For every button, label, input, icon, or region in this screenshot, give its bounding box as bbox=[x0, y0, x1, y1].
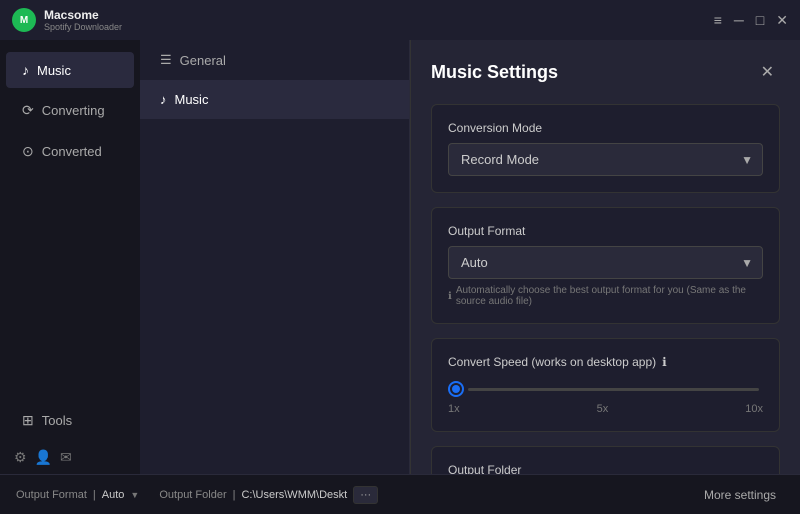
app-name-block: Macsome Spotify Downloader bbox=[44, 8, 122, 32]
music-icon: ♪ bbox=[22, 62, 29, 78]
sidebar-item-converting-label: Converting bbox=[42, 103, 105, 118]
speed-max: 10x bbox=[745, 403, 763, 415]
more-settings-label: More settings bbox=[704, 488, 776, 502]
speed-radio[interactable] bbox=[448, 381, 464, 397]
speed-min: 1x bbox=[448, 403, 460, 415]
speed-track[interactable] bbox=[468, 388, 759, 391]
mail-icon-btn[interactable]: ✉ bbox=[60, 449, 72, 466]
bottom-bar: Output Format | Auto ▼ Output Folder | C… bbox=[0, 474, 800, 514]
music-settings-icon: ♪ bbox=[160, 92, 167, 107]
bottom-folder-browse-btn[interactable]: ··· bbox=[353, 486, 378, 504]
sidebar-item-music-label: Music bbox=[37, 63, 71, 78]
hint-text-content: Automatically choose the best output for… bbox=[456, 285, 763, 307]
bottom-format-value: Auto bbox=[102, 489, 125, 501]
bottom-format-section: Output Format | Auto ▼ bbox=[16, 489, 139, 501]
app-name: Macsome bbox=[44, 8, 122, 22]
settings-sidebar-panel: ☰ General ♪ Music bbox=[140, 40, 410, 474]
sidebar-item-tools[interactable]: ⊞ Tools bbox=[6, 402, 134, 439]
output-format-section: Output Format Auto MP3 AAC FLAC WAV OGG … bbox=[431, 207, 780, 324]
output-format-hint: ℹ Automatically choose the best output f… bbox=[448, 285, 763, 307]
conversion-mode-section: Conversion Mode Record Mode Download Mod… bbox=[431, 104, 780, 193]
output-format-label: Output Format bbox=[448, 224, 763, 238]
hint-icon: ℹ bbox=[448, 291, 452, 302]
app-logo: M bbox=[12, 8, 36, 32]
main-layout: ♪ Music ⟳ Converting ⊙ Converted ⊞ Tools… bbox=[0, 40, 800, 474]
speed-labels: 1x 5x 10x bbox=[448, 403, 763, 415]
bottom-folder-divider: | bbox=[233, 489, 236, 501]
bottom-format-label: Output Format bbox=[16, 489, 87, 501]
content-area: Spotify Converter 🌐 Switch to Web player… bbox=[140, 40, 800, 474]
speed-label: Convert Speed (works on desktop app) bbox=[448, 355, 656, 369]
converted-icon: ⊙ bbox=[22, 143, 34, 160]
sidebar: ♪ Music ⟳ Converting ⊙ Converted ⊞ Tools… bbox=[0, 40, 140, 474]
titlebar: M Macsome Spotify Downloader ≡ ─ □ ✕ bbox=[0, 0, 800, 40]
output-format-select-wrapper: Auto MP3 AAC FLAC WAV OGG ▼ bbox=[448, 246, 763, 279]
sidebar-item-converting[interactable]: ⟳ Converting bbox=[6, 92, 134, 129]
sidebar-item-music[interactable]: ♪ Music bbox=[6, 52, 134, 88]
conversion-mode-label: Conversion Mode bbox=[448, 121, 763, 135]
modal-title: Music Settings bbox=[431, 62, 558, 83]
radio-inner bbox=[452, 385, 460, 393]
modal-header: Music Settings ✕ bbox=[431, 60, 780, 84]
settings-panel-general[interactable]: ☰ General bbox=[140, 40, 409, 80]
close-icon[interactable]: ✕ bbox=[776, 12, 788, 29]
bottom-folder-value: C:\Users\WMM\Deskt bbox=[241, 489, 347, 501]
minimize-icon[interactable]: ─ bbox=[734, 12, 744, 28]
conversion-mode-select[interactable]: Record Mode Download Mode bbox=[448, 143, 763, 176]
music-settings-dialog: Music Settings ✕ Conversion Mode Record … bbox=[410, 40, 800, 474]
bottom-folder-section: Output Folder | C:\Users\WMM\Deskt ··· bbox=[159, 486, 378, 504]
modal-overlay: ☰ General ♪ Music Music Settings ✕ Conve… bbox=[140, 40, 800, 474]
speed-info-icon: ℹ bbox=[662, 355, 667, 369]
menu-icon[interactable]: ≡ bbox=[714, 12, 722, 28]
output-format-select[interactable]: Auto MP3 AAC FLAC WAV OGG bbox=[448, 246, 763, 279]
sidebar-icons-row: ⚙ 👤 ✉ bbox=[0, 441, 140, 474]
maximize-icon[interactable]: □ bbox=[756, 12, 764, 28]
avatar-btn[interactable]: 👤 bbox=[35, 449, 52, 466]
bottom-folder-label: Output Folder bbox=[159, 489, 226, 501]
music-settings-label: Music bbox=[175, 92, 209, 107]
general-icon: ☰ bbox=[160, 52, 172, 68]
tools-icon: ⊞ bbox=[22, 412, 34, 429]
more-settings-btn[interactable]: More settings bbox=[696, 484, 784, 506]
settings-panel-music[interactable]: ♪ Music bbox=[140, 80, 409, 119]
app-logo-text: M bbox=[20, 15, 28, 26]
speed-label-row: Convert Speed (works on desktop app) ℹ bbox=[448, 355, 763, 369]
app-subtitle: Spotify Downloader bbox=[44, 22, 122, 32]
general-label: General bbox=[180, 53, 226, 68]
close-dialog-btn[interactable]: ✕ bbox=[755, 60, 780, 84]
conversion-mode-select-wrapper: Record Mode Download Mode ▼ bbox=[448, 143, 763, 176]
converting-icon: ⟳ bbox=[22, 102, 34, 119]
sidebar-item-converted-label: Converted bbox=[42, 144, 102, 159]
bottom-format-arrow: ▼ bbox=[130, 490, 139, 500]
speed-slider-row bbox=[448, 381, 763, 397]
sidebar-item-tools-label: Tools bbox=[42, 413, 72, 428]
output-folder-label: Output Folder bbox=[448, 463, 763, 474]
speed-mid: 5x bbox=[597, 403, 609, 415]
convert-speed-section: Convert Speed (works on desktop app) ℹ 1… bbox=[431, 338, 780, 432]
output-folder-section: Output Folder ··· bbox=[431, 446, 780, 474]
titlebar-controls: ≡ ─ □ ✕ bbox=[714, 12, 788, 29]
titlebar-left: M Macsome Spotify Downloader bbox=[12, 8, 122, 32]
sidebar-item-converted[interactable]: ⊙ Converted bbox=[6, 133, 134, 170]
bottom-format-divider: | bbox=[93, 489, 96, 501]
settings-icon-btn[interactable]: ⚙ bbox=[14, 449, 27, 466]
